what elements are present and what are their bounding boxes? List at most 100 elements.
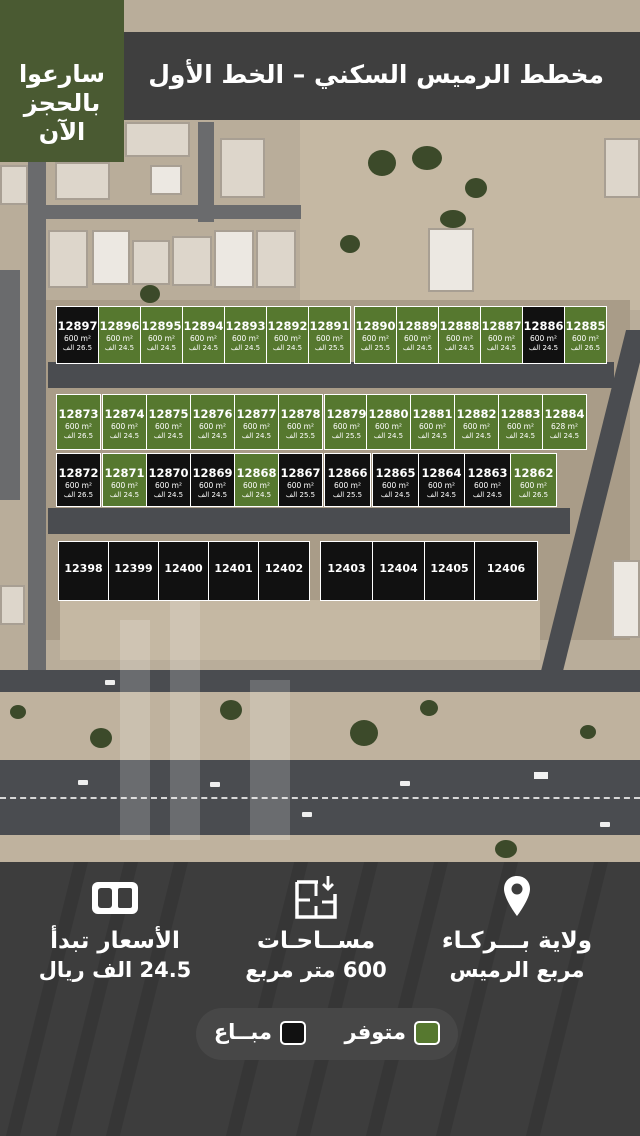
plot-price: 24.5 الف [153, 491, 184, 499]
plot-12878[interactable]: 12878 600 m² 25.5 الف [278, 394, 323, 450]
building [214, 230, 254, 288]
plot-area: 600 m² [315, 334, 343, 343]
highway-lane-marking [0, 797, 640, 799]
plot-12404[interactable]: 12404 [372, 541, 425, 601]
area-line2: 600 متر مربع [245, 958, 387, 982]
plot-12891[interactable]: 12891 600 m² 25.5 الف [308, 306, 351, 364]
plot-12864[interactable]: 12864 600 m² 24.5 الف [418, 453, 465, 507]
plot-number: 12399 [114, 562, 153, 575]
plot-12871[interactable]: 12871 600 m² 24.5 الف [102, 453, 147, 507]
plot-area: 600 m² [333, 481, 361, 490]
internal-road [48, 508, 570, 534]
tree [90, 728, 112, 748]
plot-12875[interactable]: 12875 600 m² 24.5 الف [146, 394, 191, 450]
plot-12868[interactable]: 12868 600 m² 24.5 الف [234, 453, 279, 507]
car [400, 781, 410, 786]
tree [412, 146, 442, 170]
plot-12398[interactable]: 12398 [58, 541, 109, 601]
plot-12403[interactable]: 12403 [320, 541, 373, 601]
price-line2: 24.5 الف ريال [38, 958, 192, 982]
plot-12880[interactable]: 12880 600 m² 24.5 الف [366, 394, 411, 450]
plot-price: 24.5 الف [417, 432, 448, 440]
plot-12888[interactable]: 12888 600 m² 24.5 الف [438, 306, 481, 364]
plot-12895[interactable]: 12895 600 m² 24.5 الف [140, 306, 183, 364]
plot-12897[interactable]: 12897 600 m² 26.5 الف [56, 306, 99, 364]
plot-12879[interactable]: 12879 600 m² 25.5 الف [324, 394, 369, 450]
legend-sold: مبــاع [214, 1020, 306, 1048]
plot-number: 12886 [523, 319, 564, 333]
plot-12401[interactable]: 12401 [208, 541, 259, 601]
plot-12400[interactable]: 12400 [158, 541, 209, 601]
plot-number: 12862 [513, 466, 554, 480]
plot-area: 600 m² [64, 422, 92, 431]
plot-number: 12880 [368, 407, 409, 421]
plot-area: 600 m² [286, 422, 314, 431]
status-legend: متوفر مبــاع [196, 1008, 458, 1060]
plot-12877[interactable]: 12877 600 m² 24.5 الف [234, 394, 279, 450]
building [604, 138, 640, 198]
plot-price: 26.5 الف [570, 344, 601, 352]
plot-12893[interactable]: 12893 600 m² 24.5 الف [224, 306, 267, 364]
plot-12865[interactable]: 12865 600 m² 24.5 الف [372, 453, 419, 507]
plot-12872[interactable]: 12872 600 m² 26.5 الف [56, 453, 101, 507]
plot-12874[interactable]: 12874 600 m² 24.5 الف [102, 394, 147, 450]
plot-12862[interactable]: 12862 600 m² 26.5 الف [510, 453, 557, 507]
car [600, 822, 610, 827]
truck [534, 772, 548, 779]
plot-12896[interactable]: 12896 600 m² 24.5 الف [98, 306, 141, 364]
plot-12870[interactable]: 12870 600 m² 24.5 الف [146, 453, 191, 507]
building [220, 138, 265, 198]
plot-price: 24.5 الف [505, 432, 536, 440]
plot-price: 26.5 الف [63, 432, 94, 440]
plot-12887[interactable]: 12887 600 m² 24.5 الف [480, 306, 523, 364]
plot-12873[interactable]: 12873 600 m² 26.5 الف [56, 394, 101, 450]
plot-12876[interactable]: 12876 600 m² 24.5 الف [190, 394, 235, 450]
plot-number: 12877 [236, 407, 277, 421]
plot-12869[interactable]: 12869 600 m² 24.5 الف [190, 453, 235, 507]
plot-area: 600 m² [198, 481, 226, 490]
plot-number: 12868 [236, 466, 277, 480]
plot-number: 12398 [64, 562, 103, 575]
plot-12884[interactable]: 12884 628 m² 24.5 الف [542, 394, 587, 450]
plot-area: 600 m² [519, 481, 547, 490]
plot-price: 25.5 الف [314, 344, 345, 352]
plot-12885[interactable]: 12885 600 m² 26.5 الف [564, 306, 607, 364]
plot-number: 12863 [467, 466, 508, 480]
plot-number: 12888 [439, 319, 480, 333]
building [0, 165, 28, 205]
plot-12882[interactable]: 12882 600 m² 24.5 الف [454, 394, 499, 450]
book-now-badge[interactable]: سارعوا بالحجز الآن [0, 0, 124, 162]
plot-12863[interactable]: 12863 600 m² 24.5 الف [464, 453, 511, 507]
plot-12894[interactable]: 12894 600 m² 24.5 الف [182, 306, 225, 364]
plot-area: 600 m² [529, 334, 557, 343]
plot-price: 24.5 الف [272, 344, 303, 352]
plot-12406[interactable]: 12406 [474, 541, 538, 601]
plot-12405[interactable]: 12405 [424, 541, 475, 601]
plot-area: 600 m² [427, 481, 455, 490]
plot-12889[interactable]: 12889 600 m² 24.5 الف [396, 306, 439, 364]
cta-line: الآن [38, 118, 86, 146]
plot-12866[interactable]: 12866 600 m² 25.5 الف [324, 453, 371, 507]
plot-12867[interactable]: 12867 600 m² 25.5 الف [278, 453, 323, 507]
plot-12881[interactable]: 12881 600 m² 24.5 الف [410, 394, 455, 450]
plot-12890[interactable]: 12890 600 m² 25.5 الف [354, 306, 397, 364]
plot-area: 600 m² [571, 334, 599, 343]
plot-price: 24.5 الف [197, 491, 228, 499]
plot-number: 12876 [192, 407, 233, 421]
plot-12399[interactable]: 12399 [108, 541, 159, 601]
plot-area: 600 m² [110, 422, 138, 431]
plot-number: 12869 [192, 466, 233, 480]
tree [440, 210, 466, 228]
plot-12886[interactable]: 12886 600 m² 24.5 الف [522, 306, 565, 364]
info-panel: ولاية بـــركـاء مربع الرميس مســاحـات 60… [0, 862, 640, 1136]
location-pin-icon [504, 876, 530, 916]
plot-number: 12892 [267, 319, 308, 333]
car [210, 782, 220, 787]
plot-price: 25.5 الف [285, 491, 316, 499]
plot-price: 24.5 الف [197, 432, 228, 440]
plot-number: 12872 [58, 466, 99, 480]
plot-12402[interactable]: 12402 [258, 541, 310, 601]
plot-12883[interactable]: 12883 600 m² 24.5 الف [498, 394, 543, 450]
plot-12892[interactable]: 12892 600 m² 24.5 الف [266, 306, 309, 364]
building [428, 228, 474, 292]
